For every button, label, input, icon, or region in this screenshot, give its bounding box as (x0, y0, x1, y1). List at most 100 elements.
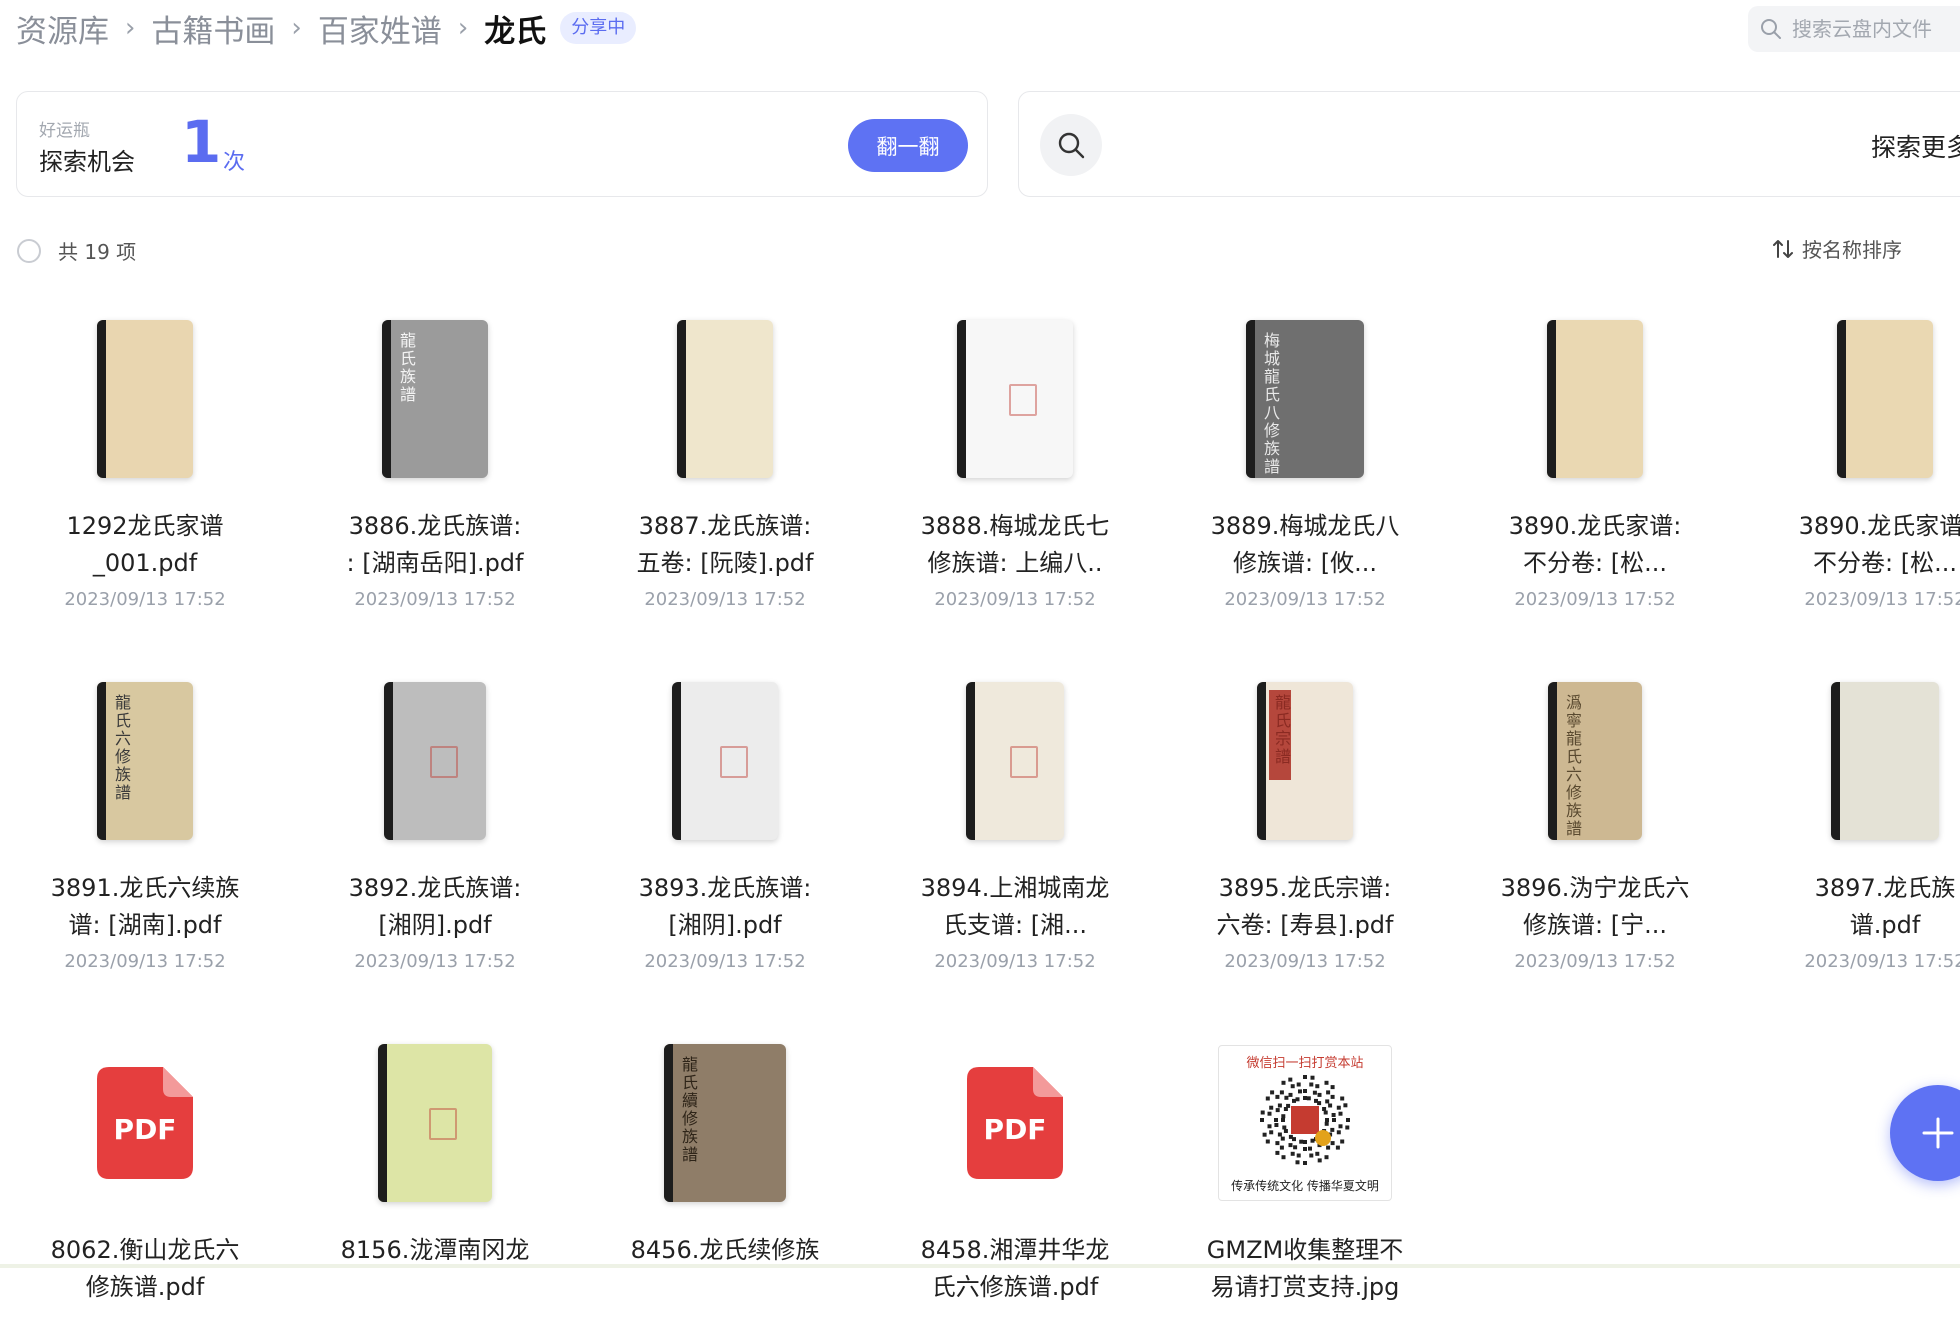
pdf-file-icon: PDF (965, 1065, 1065, 1181)
file-item[interactable]: 1292龙氏家谱 _001.pdf 2023/09/13 17:52 (0, 314, 290, 614)
file-date: 2023/09/13 17:52 (1224, 589, 1386, 610)
file-item[interactable]: 龍氏宗譜 3895.龙氏宗谱: 六卷: [寿县].pdf 2023/09/13 17… (1160, 676, 1450, 976)
pdf-file-icon: PDF (95, 1065, 195, 1181)
file-name[interactable]: 3895.龙氏宗谱: 六卷: [寿县].pdf (1180, 870, 1430, 944)
book-cover-thumbnail: 龍氏六修族譜 (97, 682, 193, 840)
file-item[interactable]: 龍氏族譜 3886.龙氏族谱: : [湖南岳阳].pdf 2023/09/13 17… (290, 314, 580, 614)
file-name[interactable]: 3894.上湘城南龙 氏支谱: [湘... (890, 870, 1140, 944)
file-thumbnail[interactable] (580, 314, 870, 484)
file-item[interactable]: 3890.龙氏家谱: 不分卷: [松... 2023/09/13 17:52 (1450, 314, 1740, 614)
file-date: 2023/09/13 17:52 (1224, 951, 1386, 972)
add-button[interactable] (1890, 1085, 1960, 1181)
book-spine (1246, 320, 1255, 478)
file-item[interactable]: 梅城龍氏八修族譜 3889.梅城龙氏八 修族谱: [攸... 2023/09/13 … (1160, 314, 1450, 614)
sort-by-name-button[interactable]: 按名称排序 (1772, 234, 1902, 263)
file-thumbnail[interactable]: 梅城龍氏八修族譜 (1160, 314, 1450, 484)
file-thumbnail[interactable] (1740, 314, 1960, 484)
file-name[interactable]: 8458.湘潭井华龙 氏六修族谱.pdf (890, 1232, 1140, 1306)
file-item[interactable]: 3888.梅城龙氏七 修族谱: 上编八.. 2023/09/13 17:52 (870, 314, 1160, 614)
file-date: 2023/09/13 17:52 (644, 589, 806, 610)
chance-count: 1 (181, 108, 222, 176)
file-item[interactable]: PDF 8062.衡山龙氏六 修族谱.pdf (0, 1038, 290, 1338)
file-thumbnail[interactable]: 龍氏六修族譜 (0, 676, 290, 846)
file-thumbnail[interactable]: 龍氏族譜 (290, 314, 580, 484)
file-thumbnail[interactable]: 龍氏續修族譜 (580, 1038, 870, 1208)
file-item[interactable]: 8156.泷潭南冈龙 (290, 1038, 580, 1338)
file-item[interactable]: 龍氏續修族譜 8456.龙氏续修族 (580, 1038, 870, 1338)
breadcrumb-item-surnames[interactable]: 百家姓谱 (318, 6, 442, 51)
breadcrumb-separator: › (457, 13, 469, 43)
svg-text:PDF: PDF (114, 1113, 177, 1146)
file-name[interactable]: 3892.龙氏族谱: [湘阴].pdf (310, 870, 560, 944)
explore-more-card[interactable]: 探索更多 (1018, 91, 1960, 197)
breadcrumb: 资源库 › 古籍书画 › 百家姓谱 › 龙氏 分享中 (16, 6, 637, 51)
file-name[interactable]: 3888.梅城龙氏七 修族谱: 上编八.. (890, 508, 1140, 582)
file-name[interactable]: 3890.龙氏家谱: 不分卷: [松... (1470, 508, 1720, 582)
book-spine (384, 682, 393, 840)
file-item[interactable]: 3892.龙氏族谱: [湘阴].pdf 2023/09/13 17:52 (290, 676, 580, 976)
file-thumbnail[interactable] (870, 314, 1160, 484)
file-thumbnail[interactable] (1740, 676, 1960, 846)
file-thumbnail[interactable] (1450, 314, 1740, 484)
file-thumbnail[interactable] (580, 676, 870, 846)
file-name[interactable]: 3887.龙氏族谱: 五卷: [阮陵].pdf (600, 508, 850, 582)
book-cover-thumbnail (1837, 320, 1933, 478)
file-item[interactable]: 龍氏六修族譜 3891.龙氏六续族 谱: [湖南].pdf 2023/09/13 1… (0, 676, 290, 976)
breadcrumb-item-ancient-books[interactable]: 古籍书画 (151, 6, 275, 51)
book-spine (664, 1044, 673, 1202)
book-spine (382, 320, 391, 478)
file-item[interactable]: 3893.龙氏族谱: [湘阴].pdf 2023/09/13 17:52 (580, 676, 870, 976)
file-item[interactable]: PDF 8458.湘潭井华龙 氏六修族谱.pdf (870, 1038, 1160, 1338)
file-name[interactable]: 3896.沩宁龙氏六 修族谱: [宁... (1470, 870, 1720, 944)
breadcrumb-separator: › (125, 13, 136, 43)
search-input[interactable] (1790, 16, 1960, 42)
file-thumbnail[interactable]: 龍氏宗譜 (1160, 676, 1450, 846)
search-icon[interactable] (1040, 114, 1102, 176)
file-name[interactable]: 3893.龙氏族谱: [湘阴].pdf (600, 870, 850, 944)
seal-stamp (1009, 384, 1037, 416)
share-status-badge[interactable]: 分享中 (560, 12, 637, 44)
file-item[interactable]: 潙寧龍氏六修族譜 3896.沩宁龙氏六 修族谱: [宁... 2023/09/13 … (1450, 676, 1740, 976)
file-item[interactable]: 3890.龙氏家谱: 不分卷: [松... 2023/09/13 17:52 (1740, 314, 1960, 614)
book-spine (966, 682, 975, 840)
file-thumbnail[interactable]: 微信扫一扫打赏本站 传承传统文化 传播华夏文明 (1160, 1038, 1450, 1208)
flip-button[interactable]: 翻一翻 (848, 119, 968, 172)
file-name[interactable]: GMZM收集整理不 易请打赏支持.jpg (1180, 1232, 1430, 1306)
file-thumbnail[interactable] (0, 314, 290, 484)
seal-stamp (720, 746, 748, 778)
file-name[interactable]: 1292龙氏家谱 _001.pdf (20, 508, 270, 582)
cloud-search-box[interactable] (1748, 6, 1960, 52)
file-thumbnail[interactable]: PDF (0, 1038, 290, 1208)
book-spine (1548, 682, 1557, 840)
file-thumbnail[interactable] (290, 1038, 580, 1208)
file-thumbnail[interactable] (290, 676, 580, 846)
file-item[interactable]: 3887.龙氏族谱: 五卷: [阮陵].pdf 2023/09/13 17:52 (580, 314, 870, 614)
select-all-checkbox[interactable] (17, 239, 41, 263)
file-date: 2023/09/13 17:52 (354, 589, 516, 610)
file-thumbnail[interactable]: 潙寧龍氏六修族譜 (1450, 676, 1740, 846)
lucky-bottle-card: 好运瓶 探索机会 1 次 翻一翻 (16, 91, 988, 197)
file-name[interactable]: 3889.梅城龙氏八 修族谱: [攸... (1180, 508, 1430, 582)
book-cover-thumbnail (97, 320, 193, 478)
breadcrumb-item-library[interactable]: 资源库 (16, 6, 109, 51)
file-name[interactable]: 3897.龙氏族 谱.pdf (1760, 870, 1960, 944)
file-thumbnail[interactable]: PDF (870, 1038, 1160, 1208)
file-name[interactable]: 3886.龙氏族谱: : [湖南岳阳].pdf (310, 508, 560, 582)
file-thumbnail[interactable] (870, 676, 1160, 846)
file-name[interactable]: 3891.龙氏六续族 谱: [湖南].pdf (20, 870, 270, 944)
explore-more-label[interactable]: 探索更多 (1871, 128, 1960, 164)
file-date: 2023/09/13 17:52 (934, 951, 1096, 972)
lucky-bottle-label: 好运瓶 (39, 121, 90, 141)
file-name[interactable]: 3890.龙氏家谱: 不分卷: [松... (1760, 508, 1960, 582)
file-item[interactable]: 3897.龙氏族 谱.pdf 2023/09/13 17:52 (1740, 676, 1960, 976)
file-item[interactable]: 微信扫一扫打赏本站 传承传统文化 传播华夏文明 GMZM收集整理不 易请打赏支持.j… (1160, 1038, 1450, 1338)
item-count: 共 19 项 (58, 240, 137, 264)
file-name[interactable]: 8062.衡山龙氏六 修族谱.pdf (20, 1232, 270, 1306)
book-spine (1831, 682, 1840, 840)
sort-icon (1773, 239, 1793, 258)
svg-text:PDF: PDF (984, 1113, 1047, 1146)
explore-chance-title: 探索机会 (39, 148, 135, 176)
file-date: 2023/09/13 17:52 (354, 951, 516, 972)
sort-label: 按名称排序 (1802, 238, 1902, 262)
file-item[interactable]: 3894.上湘城南龙 氏支谱: [湘... 2023/09/13 17:52 (870, 676, 1160, 976)
